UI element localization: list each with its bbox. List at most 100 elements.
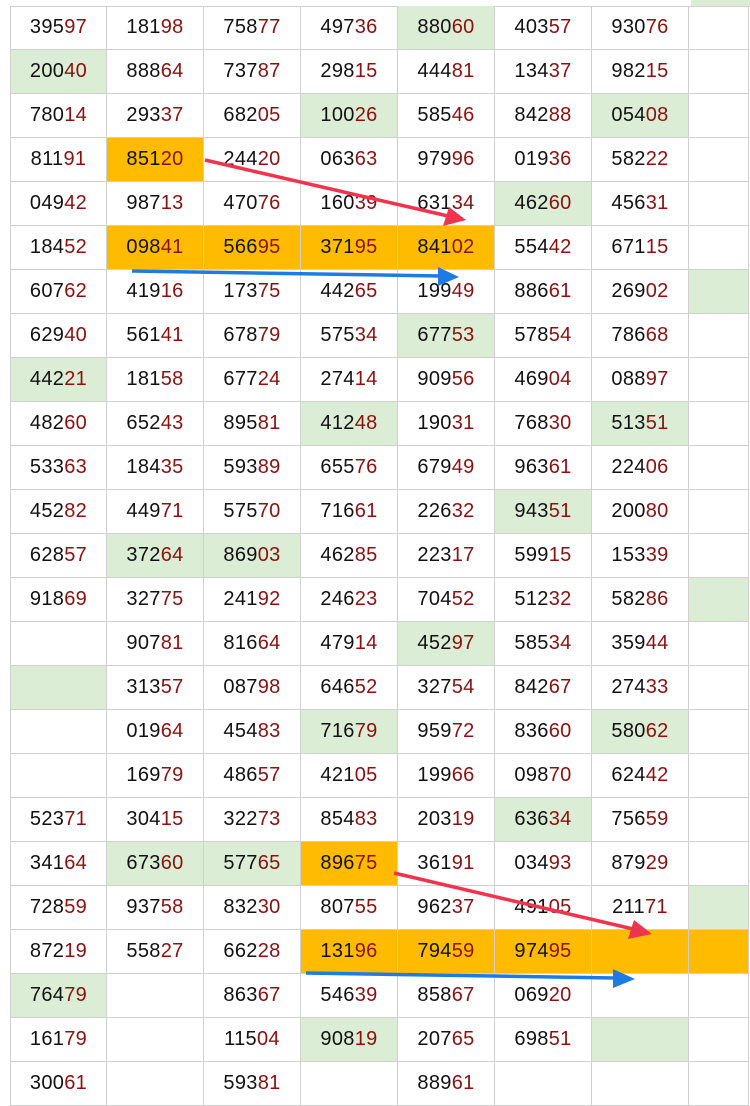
cell-r1-c2[interactable]: 181 98 [107,6,204,50]
cell-r18-c8[interactable] [689,754,749,798]
cell-r8-c3[interactable]: 678 79 [204,314,301,358]
cell-r23-c3[interactable]: 863 67 [204,974,301,1018]
cell-r17-c4[interactable]: 716 79 [301,710,398,754]
cell-r2-c2[interactable]: 888 64 [107,50,204,94]
cell-r5-c7[interactable]: 456 31 [592,182,689,226]
cell-r5-c4[interactable]: 160 39 [301,182,398,226]
cell-r4-c1[interactable]: 811 91 [10,138,107,182]
cell-r13-c4[interactable]: 462 85 [301,534,398,578]
cell-r12-c6[interactable]: 943 51 [495,490,592,534]
cell-r13-c7[interactable]: 153 39 [592,534,689,578]
cell-r10-c5[interactable]: 190 31 [398,402,495,446]
cell-r11-c3[interactable]: 593 89 [204,446,301,490]
cell-r14-c6[interactable]: 512 32 [495,578,592,622]
cell-r6-c5[interactable]: 841 02 [398,226,495,270]
cell-r20-c8[interactable] [689,842,749,886]
cell-r18-c2[interactable]: 169 79 [107,754,204,798]
cell-r1-c6[interactable]: 403 57 [495,6,592,50]
cell-r9-c8[interactable] [689,358,749,402]
cell-r12-c2[interactable]: 449 71 [107,490,204,534]
cell-r16-c4[interactable]: 646 52 [301,666,398,710]
cell-r20-c1[interactable]: 341 64 [10,842,107,886]
cell-r4-c5[interactable]: 979 96 [398,138,495,182]
cell-r16-c2[interactable]: 313 57 [107,666,204,710]
cell-r6-c8[interactable] [689,226,749,270]
cell-r18-c4[interactable]: 421 05 [301,754,398,798]
cell-r19-c4[interactable]: 854 83 [301,798,398,842]
cell-r7-c1[interactable]: 607 62 [10,270,107,314]
cell-r16-c5[interactable]: 327 54 [398,666,495,710]
cell-r25-c1[interactable]: 300 61 [10,1062,107,1106]
cell-r21-c4[interactable]: 807 55 [301,886,398,930]
cell-r25-c5[interactable]: 889 61 [398,1062,495,1106]
cell-r15-c5[interactable]: 452 97 [398,622,495,666]
cell-r14-c2[interactable]: 327 75 [107,578,204,622]
cell-r2-c6[interactable]: 134 37 [495,50,592,94]
cell-r2-c8[interactable] [689,50,749,94]
cell-r18-c7[interactable]: 624 42 [592,754,689,798]
cell-r8-c8[interactable] [689,314,749,358]
cell-r23-c8[interactable] [689,974,749,1018]
cell-r18-c1[interactable] [10,754,107,798]
cell-r8-c1[interactable]: 629 40 [10,314,107,358]
cell-r5-c6[interactable]: 462 60 [495,182,592,226]
cell-r13-c6[interactable]: 599 15 [495,534,592,578]
cell-r12-c8[interactable] [689,490,749,534]
cell-r5-c8[interactable] [689,182,749,226]
cell-r15-c8[interactable] [689,622,749,666]
cell-r14-c7[interactable]: 582 86 [592,578,689,622]
cell-r21-c7[interactable]: 211 71 [592,886,689,930]
cell-r16-c3[interactable]: 087 98 [204,666,301,710]
cell-r10-c4[interactable]: 412 48 [301,402,398,446]
cell-r10-c3[interactable]: 895 81 [204,402,301,446]
cell-r25-c8[interactable] [689,1062,749,1106]
cell-r3-c1[interactable]: 780 14 [10,94,107,138]
cell-r20-c3[interactable]: 577 65 [204,842,301,886]
cell-r1-c8[interactable] [689,6,749,50]
cell-r13-c1[interactable]: 628 57 [10,534,107,578]
cell-r15-c1[interactable] [10,622,107,666]
cell-r6-c7[interactable]: 671 15 [592,226,689,270]
cell-r11-c8[interactable] [689,446,749,490]
cell-r21-c3[interactable]: 832 30 [204,886,301,930]
cell-r21-c1[interactable]: 728 59 [10,886,107,930]
cell-r2-c5[interactable]: 444 81 [398,50,495,94]
cell-r19-c8[interactable] [689,798,749,842]
cell-r9-c2[interactable]: 181 58 [107,358,204,402]
cell-r6-c4[interactable]: 371 95 [301,226,398,270]
cell-r6-c1[interactable]: 184 52 [10,226,107,270]
cell-r5-c3[interactable]: 470 76 [204,182,301,226]
cell-r20-c6[interactable]: 034 93 [495,842,592,886]
cell-r18-c6[interactable]: 098 70 [495,754,592,798]
cell-r16-c8[interactable] [689,666,749,710]
cell-r17-c1[interactable] [10,710,107,754]
cell-r19-c7[interactable]: 756 59 [592,798,689,842]
cell-r8-c4[interactable]: 575 34 [301,314,398,358]
cell-r16-c7[interactable]: 274 33 [592,666,689,710]
cell-r8-c5[interactable]: 677 53 [398,314,495,358]
cell-r3-c8[interactable] [689,94,749,138]
cell-r3-c2[interactable]: 293 37 [107,94,204,138]
cell-r21-c2[interactable]: 937 58 [107,886,204,930]
cell-r24-c1[interactable]: 161 79 [10,1018,107,1062]
cell-r15-c4[interactable]: 479 14 [301,622,398,666]
cell-r10-c8[interactable] [689,402,749,446]
cell-r10-c6[interactable]: 768 30 [495,402,592,446]
cell-r24-c5[interactable]: 207 65 [398,1018,495,1062]
cell-r4-c2[interactable]: 851 20 [107,138,204,182]
cell-r6-c6[interactable]: 554 42 [495,226,592,270]
cell-r7-c5[interactable]: 199 49 [398,270,495,314]
cell-r3-c7[interactable]: 054 08 [592,94,689,138]
cell-r11-c2[interactable]: 184 35 [107,446,204,490]
cell-r1-c3[interactable]: 758 77 [204,6,301,50]
cell-r21-c6[interactable]: 491 05 [495,886,592,930]
cell-r6-c2[interactable]: 098 41 [107,226,204,270]
cell-r9-c3[interactable]: 677 24 [204,358,301,402]
cell-r7-c3[interactable]: 173 75 [204,270,301,314]
cell-r18-c3[interactable]: 486 57 [204,754,301,798]
cell-r1-c5[interactable]: 880 60 [398,6,495,50]
cell-r4-c7[interactable]: 582 22 [592,138,689,182]
cell-r23-c7[interactable] [592,974,689,1018]
cell-r9-c7[interactable]: 088 97 [592,358,689,402]
cell-r19-c5[interactable]: 203 19 [398,798,495,842]
